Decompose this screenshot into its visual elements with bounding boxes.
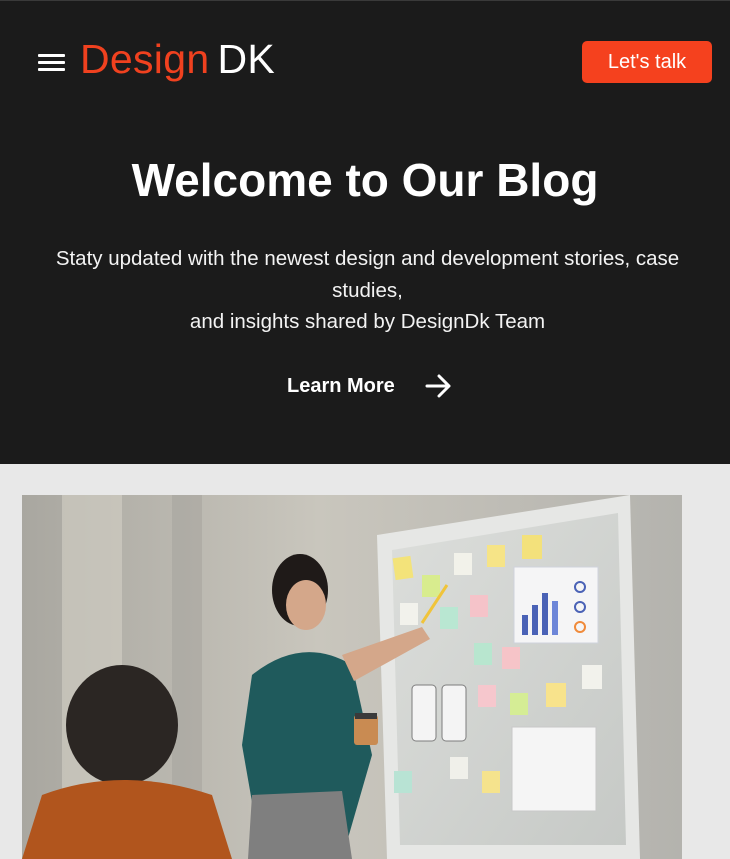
lets-talk-button[interactable]: Let's talk — [582, 41, 712, 83]
hamburger-menu-icon[interactable] — [36, 52, 66, 74]
arrow-right-icon — [425, 374, 451, 398]
logo-dk-text: DK — [217, 36, 275, 82]
subtitle-line-1: Staty updated with the newest design and… — [55, 247, 680, 302]
learn-more-link[interactable]: Learn More — [287, 369, 453, 403]
hero-section: Design DK Let's talk Welcome to Our Blog … — [0, 1, 730, 464]
logo-design-text: Design — [80, 36, 210, 82]
page-title: Welcome to Our Blog — [131, 154, 599, 206]
featured-photo — [22, 495, 682, 859]
hero-subtitle: Staty updated with the newest design and… — [25, 243, 710, 338]
featured-image — [22, 495, 682, 859]
site-header: Design DK Let's talk — [0, 1, 730, 121]
learn-more-label: Learn More — [287, 374, 395, 397]
site-logo[interactable]: Design DK — [80, 36, 275, 83]
subtitle-line-2: and insights shared by DesignDk Team — [189, 310, 546, 333]
